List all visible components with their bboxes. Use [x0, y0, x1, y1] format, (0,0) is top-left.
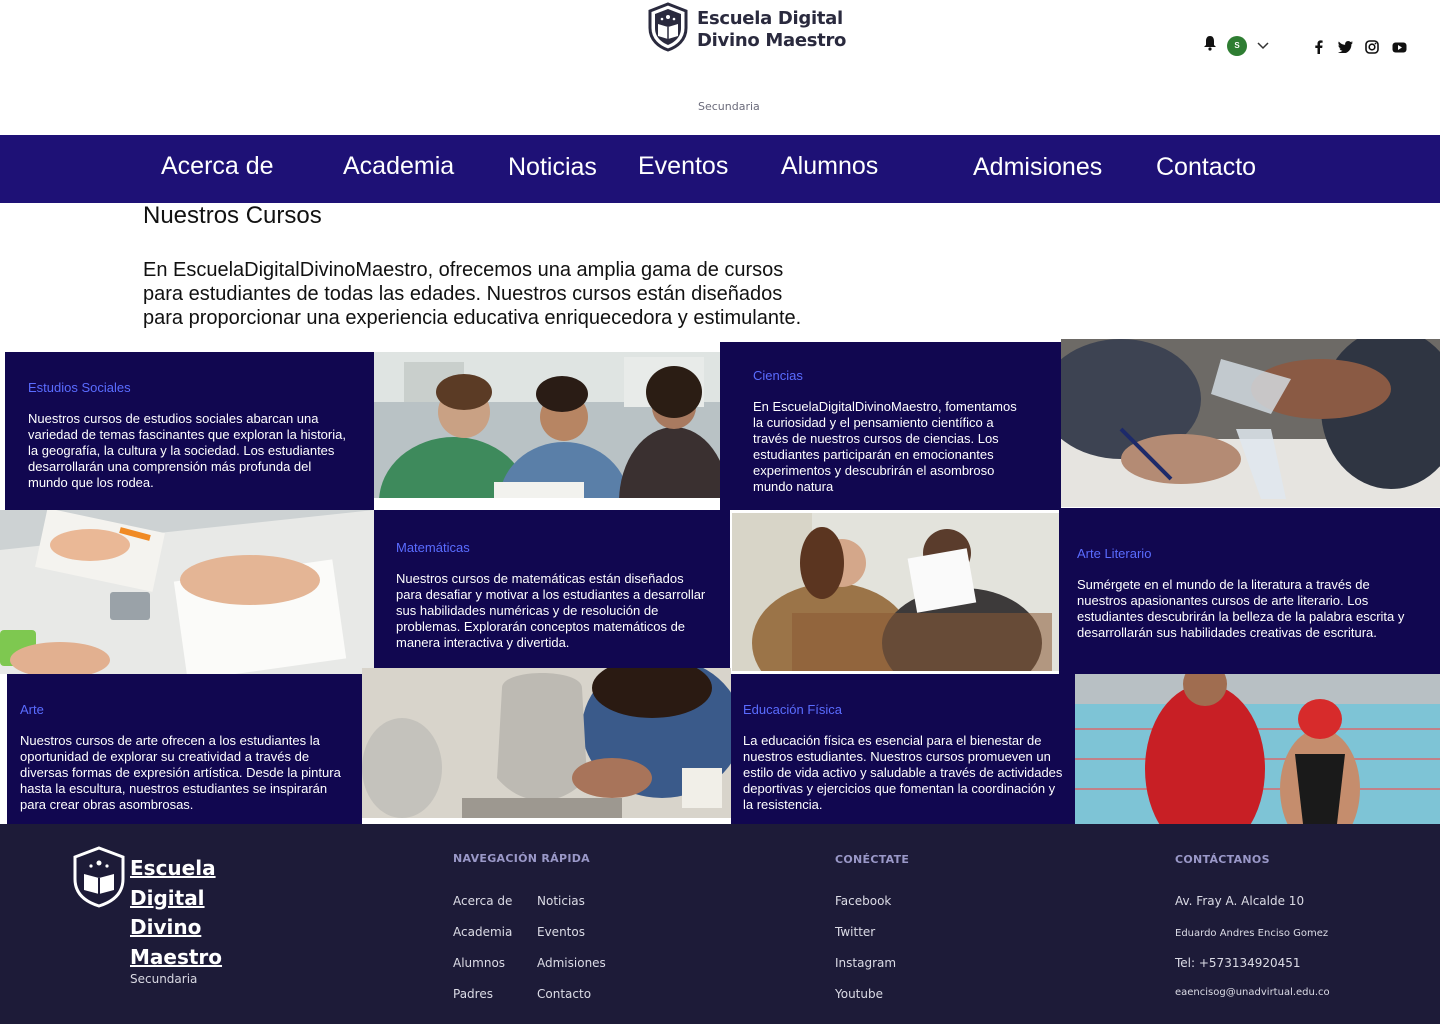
nav-item-admisiones[interactable]: Admisiones [973, 153, 1102, 182]
footer-brand-line: Escuela [130, 856, 216, 880]
footer-brand-line: Digital [130, 885, 205, 910]
contact-email[interactable]: eaencisog@unadvirtual.edu.co [1175, 987, 1330, 998]
footer-link-academia[interactable]: Academia [453, 925, 512, 939]
instagram-icon[interactable] [1364, 39, 1380, 55]
course-description: Nuestros cursos de matemáticas están dis… [396, 571, 706, 650]
course-title: Arte [20, 702, 44, 717]
sculpture-class-photo [362, 668, 731, 818]
course-card-matematicas[interactable]: Matemáticas Nuestros cursos de matemátic… [374, 510, 730, 668]
user-menu[interactable]: S [1203, 35, 1269, 56]
footer-shield-icon[interactable] [72, 846, 126, 913]
course-title: Matemáticas [396, 540, 470, 555]
brand-name: Escuela Digital Divino Maestro [697, 8, 846, 52]
footer-link-youtube[interactable]: Youtube [835, 987, 883, 1001]
footer-link-instagram[interactable]: Instagram [835, 956, 896, 970]
youtube-icon[interactable] [1391, 39, 1407, 55]
math-study-photo [0, 510, 374, 674]
site-header: Escuela Digital Divino Maestro Secundari… [0, 0, 1440, 135]
footer-link-twitter[interactable]: Twitter [835, 925, 875, 939]
course-description: Nuestros cursos de estudios sociales aba… [28, 411, 346, 490]
footer-link-contacto[interactable]: Contacto [537, 987, 591, 1001]
course-description: La educación física es esencial para el … [743, 733, 1063, 812]
course-description: En EscuelaDigitalDivinoMaestro, fomentam… [753, 399, 1017, 494]
brand-line-1: Escuela Digital [697, 7, 843, 29]
header-logo[interactable]: Escuela Digital Divino Maestro [647, 2, 846, 57]
contact-person: Eduardo Andres Enciso Gomez [1175, 928, 1329, 939]
footer-link-eventos[interactable]: Eventos [537, 925, 585, 939]
course-description: Sumérgete en el mundo de la literatura a… [1077, 577, 1405, 640]
footer-link-padres[interactable]: Padres [453, 987, 493, 1001]
avatar[interactable]: S [1227, 35, 1247, 56]
footer-subtitle: Secundaria [130, 972, 198, 986]
course-card-ciencias[interactable]: Ciencias En EscuelaDigitalDivinoMaestro,… [720, 342, 1061, 510]
course-title: Educación Física [743, 702, 842, 717]
footer-link-alumnos[interactable]: Alumnos [453, 956, 505, 970]
connect-heading: CONÉCTATE [835, 853, 910, 866]
nav-item-acerca-de[interactable]: Acerca de [161, 152, 274, 181]
nav-item-noticias[interactable]: Noticias [508, 153, 597, 182]
nav-item-eventos[interactable]: Eventos [638, 152, 728, 181]
site-footer: Escuela Digital Divino Maestro Secundari… [0, 824, 1440, 1024]
science-experiment-photo [1061, 339, 1440, 507]
brand-line-2: Divino Maestro [697, 29, 847, 51]
contact-address: Av. Fray A. Alcalde 10 [1175, 894, 1305, 908]
contact-phone: Tel: +573134920451 [1175, 956, 1301, 970]
nav-item-contacto[interactable]: Contacto [1156, 153, 1256, 182]
course-card-educacion-fisica[interactable]: Educación Física La educación física es … [731, 674, 1075, 824]
header-subtitle: Secundaria [698, 100, 760, 113]
students-discussion-photo [374, 352, 720, 498]
nav-item-academia[interactable]: Academia [343, 152, 454, 181]
page-title: Nuestros Cursos [143, 202, 322, 229]
intro-paragraph: En EscuelaDigitalDivinoMaestro, ofrecemo… [143, 259, 802, 329]
footer-link-facebook[interactable]: Facebook [835, 894, 891, 908]
course-title: Ciencias [753, 368, 803, 383]
chevron-down-icon[interactable] [1257, 37, 1269, 55]
contact-heading: CONTÁCTANOS [1175, 853, 1270, 866]
course-description: Nuestros cursos de arte ofrecen a los es… [20, 733, 341, 812]
footer-brand[interactable]: Escuela Digital Divino Maestro [130, 854, 222, 972]
footer-brand-line: Divino [130, 915, 202, 939]
course-card-arte-literario[interactable]: Arte Literario Sumérgete en el mundo de … [1059, 508, 1440, 674]
header-social-links [1310, 39, 1407, 55]
footer-link-noticias[interactable]: Noticias [537, 894, 585, 908]
nav-item-alumnos[interactable]: Alumnos [781, 152, 878, 181]
bell-icon[interactable] [1203, 35, 1217, 56]
course-card-arte[interactable]: Arte Nuestros cursos de arte ofrecen a l… [7, 674, 362, 824]
course-title: Arte Literario [1077, 546, 1152, 561]
swimming-coach-photo [1075, 674, 1440, 824]
footer-link-admisiones[interactable]: Admisiones [537, 956, 606, 970]
literary-reading-photo [732, 513, 1059, 671]
main-nav: Acerca de Academia Noticias Eventos Alum… [0, 135, 1440, 203]
facebook-icon[interactable] [1310, 39, 1326, 55]
footer-brand-line: Maestro [130, 944, 223, 969]
course-title: Estudios Sociales [28, 380, 131, 395]
footer-link-acerca-de[interactable]: Acerca de [453, 894, 512, 908]
quick-nav-heading: NAVEGACIÓN RÁPIDA [453, 852, 590, 865]
school-shield-icon [647, 2, 689, 57]
course-card-estudios-sociales[interactable]: Estudios Sociales Nuestros cursos de est… [5, 352, 374, 510]
twitter-icon[interactable] [1337, 39, 1353, 55]
